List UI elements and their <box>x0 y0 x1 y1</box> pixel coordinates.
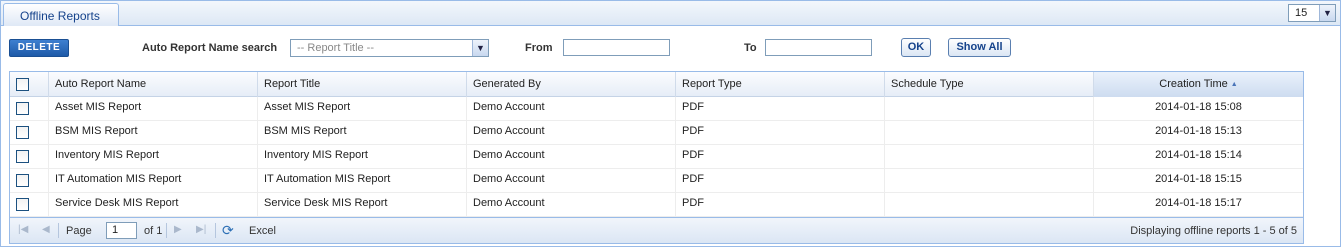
page-count-label: of 1 <box>144 225 163 237</box>
select-all-checkbox[interactable] <box>16 78 29 91</box>
toolbar-separator <box>166 223 167 238</box>
cell-report-title: Service Desk MIS Report <box>258 193 467 217</box>
table-row[interactable]: IT Automation MIS Report IT Automation M… <box>10 169 1303 193</box>
cell-auto-report-name: Inventory MIS Report <box>49 145 258 169</box>
cell-creation-time: 2014-01-18 15:15 <box>1155 173 1242 185</box>
row-select-cell <box>10 121 49 145</box>
delete-button[interactable]: DELETE <box>9 39 69 57</box>
cell-creation-time: 2014-01-18 15:17 <box>1155 197 1242 209</box>
cell-generated-by: Demo Account <box>467 169 676 193</box>
col-report-type[interactable]: Report Type <box>676 72 885 97</box>
chevron-down-icon[interactable]: ▼ <box>472 40 488 56</box>
col-report-title[interactable]: Report Title <box>258 72 467 97</box>
row-checkbox[interactable] <box>16 126 29 139</box>
cell-generated-by: Demo Account <box>467 97 676 121</box>
page-number-input[interactable]: 1 <box>106 222 137 239</box>
col-creation-time-label: Creation Time <box>1159 78 1228 90</box>
col-auto-report-name[interactable]: Auto Report Name <box>49 72 258 97</box>
from-label: From <box>525 42 553 54</box>
cell-schedule-type <box>885 193 1094 217</box>
cell-creation-time: 2014-01-18 15:13 <box>1155 125 1242 137</box>
cell-report-title: IT Automation MIS Report <box>258 169 467 193</box>
grid-header: Auto Report Name Report Title Generated … <box>10 72 1303 97</box>
to-label: To <box>744 42 757 54</box>
toolbar-separator <box>215 223 216 238</box>
row-checkbox[interactable] <box>16 174 29 187</box>
toolbar-separator <box>58 223 59 238</box>
select-all-column <box>10 72 49 97</box>
search-label: Auto Report Name search <box>142 42 278 54</box>
per-page-value: 15 <box>1295 7 1308 19</box>
chevron-down-icon[interactable]: ▼ <box>1319 5 1335 21</box>
tab-offline-reports[interactable]: Offline Reports <box>3 3 119 26</box>
cell-creation-time: 2014-01-18 15:08 <box>1155 101 1242 113</box>
paging-display-text: Displaying offline reports 1 - 5 of 5 <box>1130 225 1297 237</box>
first-page-icon[interactable]: |◀ <box>18 224 28 235</box>
col-creation-time[interactable]: Creation Time ▲ <box>1094 72 1303 97</box>
reports-grid: Auto Report Name Report Title Generated … <box>9 71 1304 244</box>
excel-link[interactable]: Excel <box>249 225 276 237</box>
cell-report-type: PDF <box>676 121 885 145</box>
next-page-icon[interactable]: ▶ <box>174 224 182 235</box>
cell-generated-by: Demo Account <box>467 193 676 217</box>
cell-creation-time: 2014-01-18 15:14 <box>1155 149 1242 161</box>
ok-button[interactable]: OK <box>901 38 931 57</box>
to-date-input[interactable] <box>765 39 872 56</box>
sort-asc-icon: ▲ <box>1230 81 1238 88</box>
cell-schedule-type <box>885 121 1094 145</box>
cell-schedule-type <box>885 169 1094 193</box>
row-select-cell <box>10 169 49 193</box>
report-title-placeholder: -- Report Title -- <box>297 42 375 54</box>
cell-auto-report-name: Asset MIS Report <box>49 97 258 121</box>
refresh-icon[interactable]: ⟳ <box>222 222 234 239</box>
row-select-cell <box>10 97 49 121</box>
cell-generated-by: Demo Account <box>467 121 676 145</box>
table-row[interactable]: Inventory MIS Report Inventory MIS Repor… <box>10 145 1303 169</box>
offline-reports-panel: Offline Reports 15 ▼ DELETE Auto Report … <box>0 0 1341 247</box>
cell-auto-report-name: BSM MIS Report <box>49 121 258 145</box>
show-all-button[interactable]: Show All <box>948 38 1011 57</box>
page-label: Page <box>66 225 92 237</box>
cell-schedule-type <box>885 97 1094 121</box>
row-checkbox[interactable] <box>16 102 29 115</box>
cell-report-title: BSM MIS Report <box>258 121 467 145</box>
row-select-cell <box>10 145 49 169</box>
cell-report-title: Inventory MIS Report <box>258 145 467 169</box>
row-checkbox[interactable] <box>16 150 29 163</box>
row-checkbox[interactable] <box>16 198 29 211</box>
report-title-select[interactable]: -- Report Title -- ▼ <box>290 39 489 57</box>
per-page-select[interactable]: 15 ▼ <box>1288 4 1336 22</box>
table-row[interactable]: Service Desk MIS Report Service Desk MIS… <box>10 193 1303 217</box>
table-row[interactable]: BSM MIS Report BSM MIS Report Demo Accou… <box>10 121 1303 145</box>
cell-report-type: PDF <box>676 193 885 217</box>
tab-bar: Offline Reports 15 ▼ <box>1 1 1340 26</box>
cell-report-title: Asset MIS Report <box>258 97 467 121</box>
cell-report-type: PDF <box>676 169 885 193</box>
from-date-input[interactable] <box>563 39 670 56</box>
last-page-icon[interactable]: ▶| <box>196 224 206 235</box>
cell-schedule-type <box>885 145 1094 169</box>
table-row[interactable]: Asset MIS Report Asset MIS Report Demo A… <box>10 97 1303 121</box>
cell-auto-report-name: IT Automation MIS Report <box>49 169 258 193</box>
cell-report-type: PDF <box>676 97 885 121</box>
cell-auto-report-name: Service Desk MIS Report <box>49 193 258 217</box>
row-select-cell <box>10 193 49 217</box>
paging-toolbar: |◀ ◀ Page 1 of 1 ▶ ▶| ⟳ Excel Displaying… <box>10 217 1303 243</box>
cell-report-type: PDF <box>676 145 885 169</box>
cell-generated-by: Demo Account <box>467 145 676 169</box>
col-generated-by[interactable]: Generated By <box>467 72 676 97</box>
prev-page-icon[interactable]: ◀ <box>42 224 50 235</box>
col-schedule-type[interactable]: Schedule Type <box>885 72 1094 97</box>
